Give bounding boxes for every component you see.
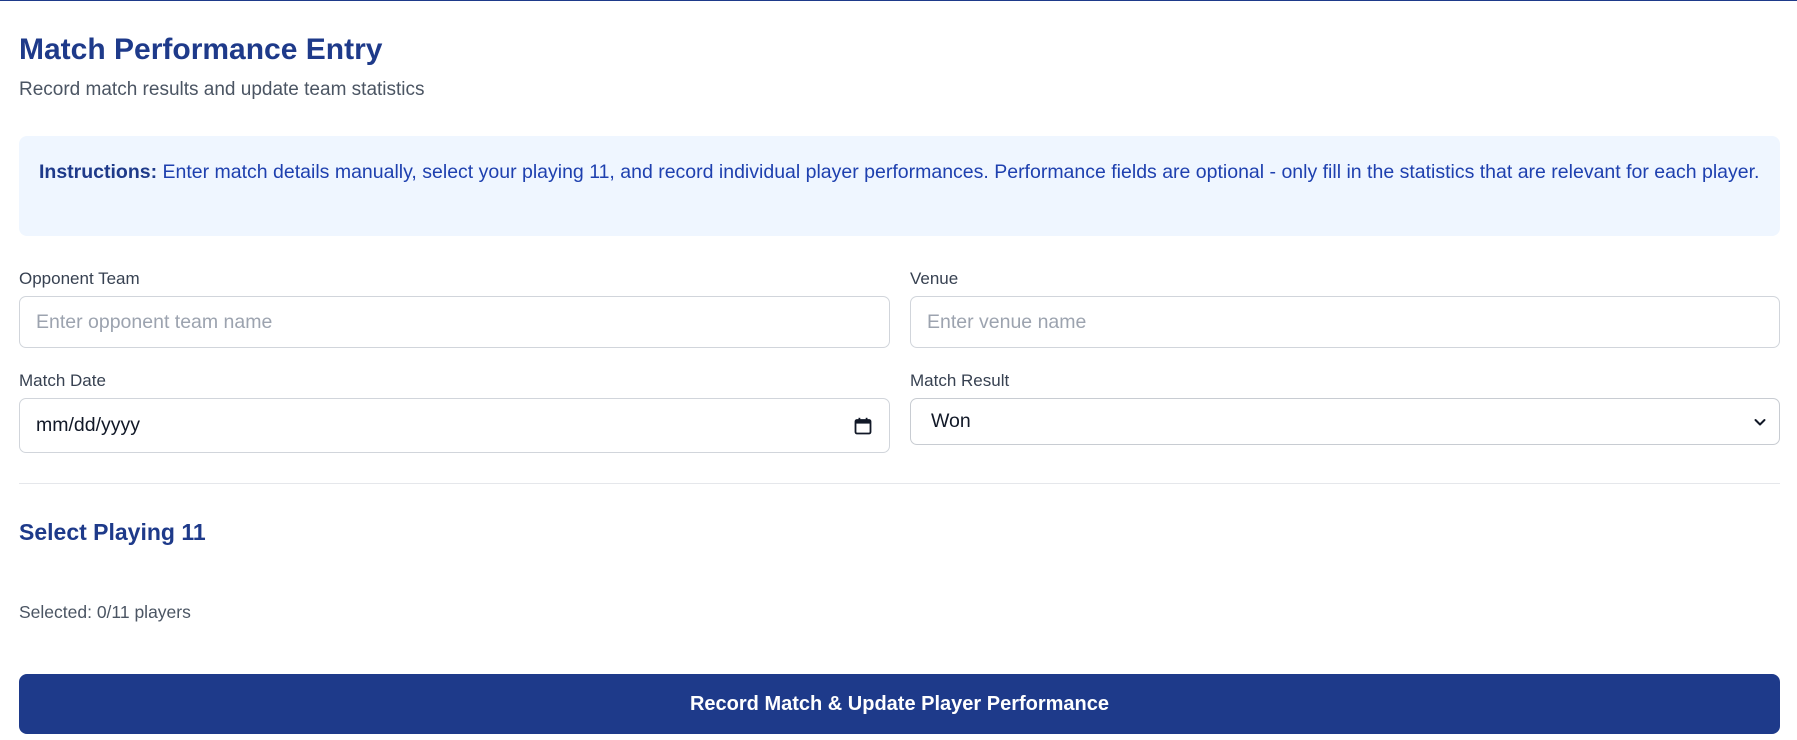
page-title: Match Performance Entry <box>19 33 383 66</box>
match-result-label: Match Result <box>910 371 1010 390</box>
calendar-icon[interactable] <box>853 416 873 436</box>
opponent-team-input[interactable] <box>19 296 890 348</box>
instructions-panel: Instructions: Enter match details manual… <box>19 136 1780 236</box>
record-match-button[interactable]: Record Match & Update Player Performance <box>19 674 1780 734</box>
page-subtitle: Record match results and update team sta… <box>19 79 425 100</box>
top-border <box>0 0 1797 1</box>
section-divider <box>19 483 1780 484</box>
venue-label: Venue <box>910 269 959 288</box>
instructions-label: Instructions: <box>39 161 158 183</box>
venue-input[interactable] <box>910 296 1780 348</box>
selected-players-count: Selected: 0/11 players <box>19 602 191 622</box>
match-result-select[interactable]: Won <box>910 398 1780 445</box>
instructions-text: Enter match details manually, select you… <box>162 161 1760 183</box>
match-result-value: Won <box>931 410 971 432</box>
match-date-placeholder: mm/dd/yyyy <box>36 414 141 436</box>
chevron-down-icon <box>1753 415 1767 429</box>
playing-11-title: Select Playing 11 <box>19 519 206 545</box>
match-date-input[interactable]: mm/dd/yyyy <box>19 398 890 453</box>
opponent-team-label: Opponent Team <box>19 269 140 288</box>
match-date-label: Match Date <box>19 371 106 390</box>
